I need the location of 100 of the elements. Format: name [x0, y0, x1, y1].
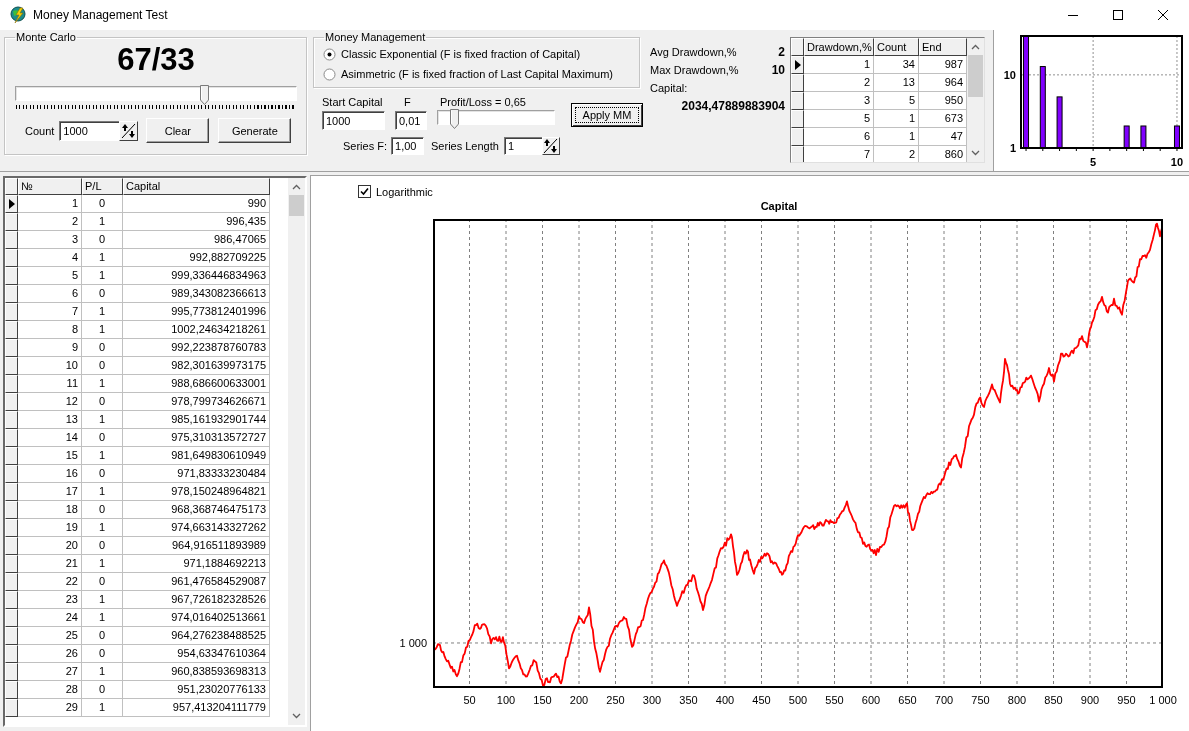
row-selector[interactable]	[791, 146, 804, 162]
row-selector[interactable]	[5, 483, 18, 501]
app-icon	[9, 6, 27, 24]
axis-label: 900	[1080, 693, 1100, 707]
axis-label: 100	[496, 693, 516, 707]
table-cell: 1	[82, 447, 123, 465]
table-cell: 1	[82, 699, 123, 717]
table-cell: 24	[18, 609, 82, 627]
logarithmic-checkbox[interactable]	[358, 185, 371, 198]
row-selector[interactable]	[791, 110, 804, 128]
push-button[interactable]: Generate	[218, 118, 292, 143]
scrollbar-thumb[interactable]	[289, 195, 304, 216]
row-selector[interactable]	[5, 573, 18, 591]
axis-label: 600	[861, 693, 881, 707]
row-selector[interactable]	[5, 501, 18, 519]
row-selector[interactable]	[5, 663, 18, 681]
row-selector[interactable]	[5, 447, 18, 465]
series-length-field[interactable]: 1	[503, 136, 542, 155]
row-selector[interactable]	[5, 195, 18, 213]
table-cell: 1	[82, 411, 123, 429]
f-field[interactable]: 0,01	[395, 111, 427, 130]
row-selector[interactable]	[5, 393, 18, 411]
series-f-field[interactable]: 1,00	[391, 136, 424, 155]
spin-arrows-icon	[121, 122, 137, 139]
table-cell: 0	[82, 393, 123, 411]
table-cell: 982,301639973175	[123, 357, 270, 375]
axis-label: 200	[569, 693, 589, 707]
radio-button[interactable]	[323, 67, 336, 81]
row-selector[interactable]	[5, 699, 18, 717]
table-cell: 2	[804, 74, 874, 92]
spin-button[interactable]	[119, 120, 139, 141]
radio-label[interactable]: Asimmetric (F is fixed fraction of Last Capital Maximum)	[341, 68, 613, 80]
field-label: Series Length	[431, 138, 499, 153]
stat-value: 2	[778, 44, 785, 61]
column-header[interactable]: Drawdown,%	[804, 38, 874, 56]
table-cell: 18	[18, 501, 82, 519]
row-selector[interactable]	[5, 429, 18, 447]
row-selector[interactable]	[5, 555, 18, 573]
table-cell: 5	[18, 267, 82, 285]
row-selector[interactable]	[5, 591, 18, 609]
row-selector[interactable]	[5, 213, 18, 231]
column-header[interactable]: Capital	[123, 178, 270, 195]
table-cell: 981,649830610949	[123, 447, 270, 465]
row-selector[interactable]	[5, 537, 18, 555]
radio-label[interactable]: Classic Exponential (F is fixed fraction of Capital)	[341, 48, 581, 60]
slider-thumb[interactable]	[449, 109, 459, 129]
slider-thumb[interactable]	[200, 85, 210, 105]
column-header[interactable]: P/L	[82, 178, 123, 195]
table-cell: 1	[82, 375, 123, 393]
row-selector[interactable]	[791, 128, 804, 146]
axis-label: 750	[971, 693, 990, 707]
table-cell: 971,83333230484	[123, 465, 270, 483]
table-cell: 5	[804, 110, 874, 128]
vertical-scrollbar[interactable]	[967, 38, 984, 162]
row-selector[interactable]	[5, 321, 18, 339]
window-title: Money Management Test	[33, 8, 168, 22]
axis-label: 150	[533, 693, 552, 707]
axis-label: 1	[1009, 142, 1016, 154]
field-label: Count	[25, 123, 55, 138]
row-selector[interactable]	[5, 267, 18, 285]
start-capital-field[interactable]: 1000	[322, 111, 385, 130]
table-cell: 964,916511893989	[123, 537, 270, 555]
row-selector[interactable]	[5, 339, 18, 357]
row-selector[interactable]	[5, 519, 18, 537]
row-selector[interactable]	[5, 231, 18, 249]
table-cell: 20	[18, 537, 82, 555]
table-cell: 995,773812401996	[123, 303, 270, 321]
row-selector[interactable]	[791, 92, 804, 110]
apply-button[interactable]: Apply MM	[571, 103, 643, 127]
table-cell: 1	[82, 519, 123, 537]
row-selector[interactable]	[5, 285, 18, 303]
field-label: Series F:	[343, 138, 387, 153]
scrollbar-thumb[interactable]	[968, 55, 983, 97]
column-header[interactable]: End	[919, 38, 967, 56]
row-selector[interactable]	[5, 249, 18, 267]
table-cell: 3	[18, 231, 82, 249]
row-selector[interactable]	[5, 645, 18, 663]
row-selector[interactable]	[791, 56, 804, 74]
column-header[interactable]: №	[18, 178, 82, 195]
count-field[interactable]: 1000	[59, 120, 120, 141]
row-selector[interactable]	[5, 609, 18, 627]
row-selector[interactable]	[5, 357, 18, 375]
radio-button[interactable]	[323, 47, 336, 61]
table-cell: 992,223878760783	[123, 339, 270, 357]
push-button[interactable]: Clear	[146, 118, 210, 143]
vertical-scrollbar[interactable]	[288, 178, 305, 725]
row-selector[interactable]	[791, 74, 804, 92]
checkbox-label[interactable]: Logarithmic	[376, 185, 433, 198]
row-selector[interactable]	[5, 627, 18, 645]
row-selector[interactable]	[5, 375, 18, 393]
row-selector[interactable]	[5, 465, 18, 483]
column-header[interactable]: Count	[874, 38, 919, 56]
chart-title: Capital	[760, 200, 798, 212]
row-selector[interactable]	[5, 681, 18, 699]
row-selector[interactable]	[5, 303, 18, 321]
table-cell: 15	[18, 447, 82, 465]
spin-button[interactable]	[541, 136, 560, 155]
table-cell: 1	[874, 110, 919, 128]
table-cell: 10	[18, 357, 82, 375]
row-selector[interactable]	[5, 411, 18, 429]
